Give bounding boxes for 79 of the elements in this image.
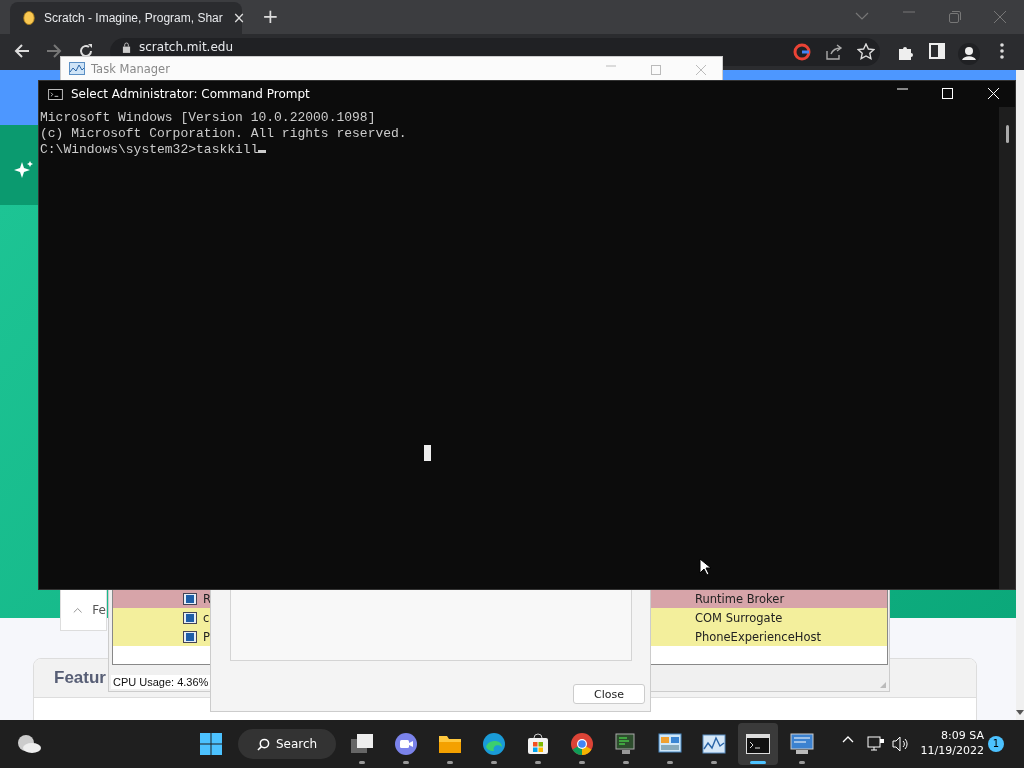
app-window-icon [183,611,197,624]
running-indicator [447,761,453,764]
tab-title: Scratch - Imagine, Program, Shar [44,11,223,25]
cpu-usage-status: CPU Usage: 4.36% [111,675,211,689]
window-title: Select Administrator: Command Prompt [71,87,310,101]
running-indicator [623,761,629,764]
back-arrow-icon[interactable] [14,43,30,59]
running-indicator [799,761,805,764]
mouse-ibeam-icon [424,445,431,461]
restore-icon[interactable] [949,11,961,23]
running-indicator [750,761,766,764]
stacked-windows-icon [350,733,374,755]
date-text: 11/19/2022 [920,743,984,758]
share-icon[interactable] [825,43,843,61]
taskbar-app-button[interactable] [738,723,778,765]
sparkle-icon [14,160,34,180]
page-scrollbar[interactable] [1016,70,1024,720]
scroll-thumb[interactable] [1005,125,1009,143]
running-indicator [359,761,365,764]
wave-logo-icon [482,732,506,756]
console-scrollbar[interactable] [999,107,1015,589]
desktop-computer-icon [790,733,814,755]
mouse-pointer-icon [699,558,711,576]
computer-screen-icon [614,733,638,755]
search-button[interactable]: Search [238,729,336,759]
process-initial: P [203,629,210,644]
caret-up-icon [73,606,83,614]
cloud-icon[interactable] [16,734,42,754]
scroll-down-icon[interactable] [1016,710,1024,715]
network-icon[interactable] [867,736,885,752]
video-chat-icon [394,732,418,756]
speaker-icon[interactable] [892,736,910,752]
search-icon [256,737,270,751]
process-name: COM Surrogate [695,610,783,625]
running-indicator [535,761,541,764]
close-button[interactable]: Close [573,684,645,704]
start-icon[interactable] [200,733,222,755]
text-cursor [258,150,267,153]
profile-icon[interactable] [958,43,980,65]
folder-icon [438,734,462,754]
collapsed-section[interactable]: Fe [60,589,107,631]
more-menu-icon[interactable] [1000,43,1004,59]
running-indicator [579,761,585,764]
process-initial: R [203,591,211,606]
process-name: PhoneExperienceHost [695,629,821,644]
forward-arrow-icon[interactable] [46,43,62,59]
star-icon[interactable] [857,43,875,61]
console-line: C:\Windows\system32>taskkill [40,142,267,158]
browser-tab[interactable]: Scratch - Imagine, Program, Shar × [10,2,242,34]
new-tab-button[interactable]: + [260,6,281,26]
console-line: (c) Microsoft Corporation. All rights reserved. [40,126,407,142]
process-initial: c [203,610,210,625]
clock[interactable]: 8:09 SA 11/19/2022 [918,728,984,758]
running-indicator [711,761,717,764]
app-window-icon [183,592,197,605]
running-indicator [667,761,673,764]
chart-icon [69,62,85,75]
notification-badge[interactable]: 1 [988,736,1004,752]
shopping-bag-icon [527,733,549,755]
reload-icon[interactable] [78,43,94,59]
side-panel-icon[interactable] [929,43,945,59]
console-icon [48,88,63,100]
round-logo-icon [570,732,594,756]
card-title: Featur [54,668,106,688]
time-text: 8:09 SA [941,728,984,743]
running-indicator [491,761,497,764]
console-icon [746,734,770,754]
url-text: scratch.mit.edu [139,40,233,54]
chart-icon [702,734,726,754]
chevron-down-icon[interactable] [855,11,869,21]
section-label: Fe [92,603,106,617]
lock-icon [122,42,131,53]
process-name: Runtime Broker [695,591,785,606]
control-panel-icon [658,733,682,755]
running-indicator [403,761,409,764]
app-window-icon [183,630,197,643]
chevron-up-icon[interactable] [842,736,854,743]
console-line: Microsoft Windows [Version 10.0.22000.1098] [40,110,376,126]
resize-grip-icon[interactable] [879,681,887,689]
